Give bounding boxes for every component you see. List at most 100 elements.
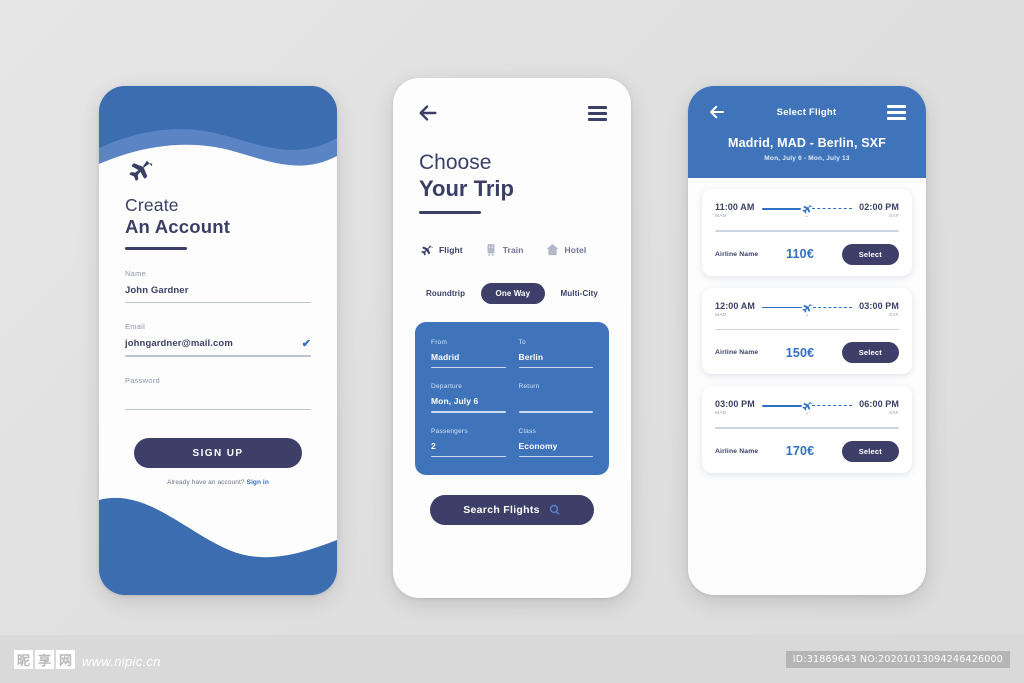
flight-price: 150€ xyxy=(785,345,815,360)
tab-roundtrip[interactable]: Roundtrip xyxy=(415,283,476,304)
mode-flight[interactable]: Flight xyxy=(419,242,463,257)
tab-multi-city[interactable]: Multi-City xyxy=(550,283,609,304)
select-flight-button[interactable]: Select xyxy=(841,440,899,462)
return-input[interactable] xyxy=(519,396,594,406)
return-field[interactable]: Return xyxy=(518,383,594,413)
trip-type-tabs: Roundtrip One Way Multi-City xyxy=(393,283,631,304)
logo-char-1: 昵 xyxy=(14,649,33,669)
screenshot-canvas: Create An Account Name John Gardner Emai… xyxy=(0,0,1024,683)
airline-name: Airline Name xyxy=(715,349,759,357)
home-icon xyxy=(546,244,558,256)
signup-form-body: Create An Account Name John Gardner Emai… xyxy=(99,86,337,486)
to-field[interactable]: To Berlin xyxy=(518,339,594,369)
hamburger-menu-icon[interactable] xyxy=(886,104,906,120)
flight-path-graphic: • xyxy=(761,202,853,219)
to-field-underline xyxy=(518,367,593,369)
bottom-wave-decoration xyxy=(99,480,337,595)
nipic-logo: 昵 享 网 xyxy=(14,649,75,669)
choose-trip-title: Choose Your Trip xyxy=(393,150,631,202)
route-summary: Madrid, MAD - Berlin, SXF xyxy=(728,136,886,150)
search-flights-label: Search Flights xyxy=(463,503,540,516)
name-input[interactable]: John Gardner xyxy=(125,285,189,296)
phone-mockup-select-flight: Select Flight Madrid, MAD - Berlin, SXF … xyxy=(688,86,926,595)
choose-trip-topbar xyxy=(393,78,631,124)
back-arrow-icon[interactable] xyxy=(417,102,439,124)
card-divider xyxy=(715,427,899,429)
flight-path-graphic: • xyxy=(761,399,853,417)
flight-card[interactable]: 03:00 PM MAD • 06:00 PM SXF Airline Name… xyxy=(702,386,912,473)
signin-hint-text: Already have an account? xyxy=(167,479,245,487)
name-field-label: Name xyxy=(125,269,147,278)
signin-link[interactable]: Sign in xyxy=(247,479,269,486)
return-field-label: Return xyxy=(518,383,540,391)
to-input[interactable]: Berlin xyxy=(519,352,594,362)
mode-train[interactable]: Train xyxy=(484,243,524,257)
logo-char-2: 享 xyxy=(35,649,54,669)
class-field-label: Class xyxy=(518,427,537,435)
flight-price: 110€ xyxy=(786,247,814,262)
arrive-time: 06:00 PM xyxy=(859,399,899,410)
search-icon xyxy=(548,503,561,516)
select-flight-title: Select Flight xyxy=(776,106,837,118)
passengers-field[interactable]: Passengers 2 xyxy=(431,428,506,457)
title-line-2: An Account xyxy=(125,216,231,237)
departure-input[interactable]: Mon, July 6 xyxy=(431,396,506,406)
hamburger-menu-icon[interactable] xyxy=(588,105,607,121)
airline-name: Airline Name xyxy=(715,447,759,455)
name-field[interactable]: Name John Gardner xyxy=(125,269,311,304)
email-field-underline xyxy=(125,355,311,357)
signup-button[interactable]: SIGN UP xyxy=(134,438,302,469)
flight-price: 170€ xyxy=(785,444,815,459)
select-flight-button[interactable]: Select xyxy=(841,342,899,364)
flight-path-graphic: • xyxy=(761,301,853,318)
class-field[interactable]: Class Economy xyxy=(518,427,594,457)
tab-one-way[interactable]: One Way xyxy=(480,283,546,304)
stops-indicator: • xyxy=(806,411,808,417)
from-input[interactable]: Madrid xyxy=(431,352,506,362)
password-field[interactable]: Password xyxy=(125,376,311,411)
card-divider xyxy=(715,328,899,331)
train-icon xyxy=(487,243,495,256)
password-field-underline xyxy=(125,408,311,411)
flight-results-list: 11:00 AM MAD • 02:00 PM SXF Airline Name… xyxy=(688,178,926,473)
arrive-airport-code: SXF xyxy=(889,411,899,417)
search-flights-button[interactable]: Search Flights xyxy=(430,494,594,525)
select-flight-button[interactable]: Select xyxy=(841,243,899,265)
departure-field-label: Departure xyxy=(431,383,463,391)
card-divider xyxy=(715,230,899,232)
depart-airport-code: MAD xyxy=(715,312,727,318)
departure-field[interactable]: Departure Mon, July 6 xyxy=(431,383,506,413)
passengers-input[interactable]: 2 xyxy=(431,441,506,451)
arrive-time: 03:00 PM xyxy=(859,300,899,311)
check-icon: ✔ xyxy=(301,338,311,351)
mode-flight-label: Flight xyxy=(439,244,463,255)
mode-hotel-label: Hotel xyxy=(564,244,587,255)
flight-card[interactable]: 12:00 AM MAD • 03:00 PM SXF Airline Name… xyxy=(702,287,912,375)
class-input[interactable]: Economy xyxy=(519,441,594,451)
arrive-airport-code: SXF xyxy=(889,312,899,318)
choose-trip-title-line-2: Your Trip xyxy=(419,176,514,201)
back-arrow-icon[interactable] xyxy=(708,103,726,121)
depart-time: 12:00 AM xyxy=(715,300,755,311)
mode-hotel[interactable]: Hotel xyxy=(545,242,587,257)
date-range: Mon, July 6 - Mon, July 13 xyxy=(764,155,850,162)
watermark-id: ID:31869643 NO:20201013094246426000 xyxy=(785,650,1010,668)
title-underline xyxy=(125,247,187,250)
signin-hint: Already have an account? Sign in xyxy=(125,479,311,486)
flight-card[interactable]: 11:00 AM MAD • 02:00 PM SXF Airline Name… xyxy=(702,189,912,276)
departure-field-underline xyxy=(431,411,506,413)
watermark-url: www.nipic.cn xyxy=(82,653,161,669)
phone-mockup-choose-trip: Choose Your Trip Flight Train Hotel Roun… xyxy=(393,78,631,598)
email-input[interactable]: johngardner@mail.com xyxy=(125,338,233,349)
select-flight-header: Select Flight Madrid, MAD - Berlin, SXF … xyxy=(688,86,926,178)
arrive-time: 02:00 PM xyxy=(859,202,899,212)
email-field[interactable]: Email johngardner@mail.com ✔ xyxy=(125,322,311,357)
passengers-field-label: Passengers xyxy=(431,427,468,435)
name-field-underline xyxy=(125,302,311,304)
email-field-label: Email xyxy=(125,322,146,332)
passengers-field-underline xyxy=(431,455,506,457)
airline-name: Airline Name xyxy=(715,250,759,258)
page-title: Create An Account xyxy=(125,195,311,237)
from-field[interactable]: From Madrid xyxy=(431,339,506,369)
from-field-underline xyxy=(431,367,506,369)
